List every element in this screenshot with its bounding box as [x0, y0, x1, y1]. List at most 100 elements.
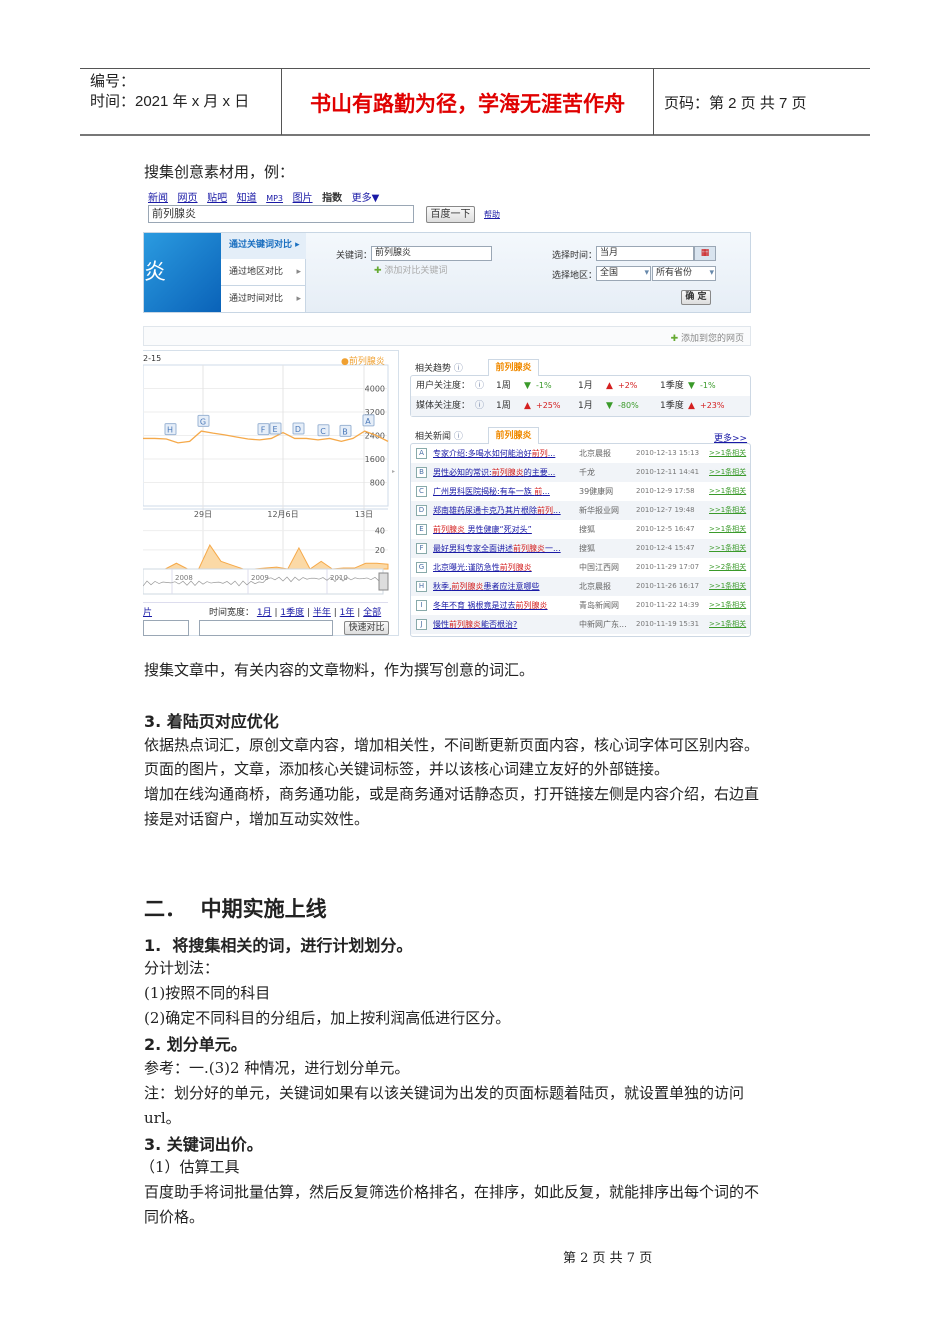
news-related-link[interactable]: >>1条相关	[709, 615, 746, 634]
trend-row: 媒体关注度： ⓘ 1周 ▲ +25% 1月 ▼ -80% 1季度 ▲ +23%	[411, 396, 750, 416]
area-select[interactable]: 全国 ▾	[596, 266, 651, 281]
event-marker-label: E	[272, 425, 277, 434]
news-title-text: 秋季,	[433, 582, 452, 591]
paragraph: 百度助手将词批量估算，然后反复筛选价格排名，在排序，如此反复，就能排序出每个词的…	[144, 1183, 760, 1201]
keyword-label: 关键词：	[336, 251, 373, 261]
image-link[interactable]: 片	[143, 605, 152, 618]
news-link[interactable]: 冬年不育 祸根竟是过去前列腺炎	[433, 596, 548, 615]
news-title-text: 患者应注意哪些	[483, 582, 540, 591]
news-related-link[interactable]: >>1条相关	[709, 482, 746, 501]
news-title-text: 男性必知的常识:	[433, 468, 492, 477]
news-link[interactable]: 专家介绍:多喝水如何能治好前列...	[433, 444, 555, 463]
nav-index[interactable]: 指数	[322, 193, 342, 204]
add-to-page-link[interactable]: ✚ 添加到您的网页	[671, 331, 744, 344]
news-marker: H	[416, 581, 427, 592]
news-marker: E	[416, 524, 427, 535]
nav-more[interactable]: 更多▼	[352, 193, 380, 204]
news-source: 北京晨报	[579, 449, 611, 458]
news-time: 2010-12-11 14:41	[636, 468, 700, 476]
tab-news-keyword[interactable]: 前列腺炎	[488, 427, 539, 444]
calendar-icon[interactable]: ▦	[694, 246, 716, 261]
news-link[interactable]: 前列腺炎 男性健康“死对头”	[433, 520, 532, 539]
quick-compare-button[interactable]: 快速对比	[344, 621, 389, 635]
news-related-link[interactable]: >>2条相关	[709, 558, 746, 577]
news-related-link[interactable]: >>1条相关	[709, 444, 746, 463]
confirm-button[interactable]: 确 定	[681, 290, 711, 305]
trend-change: -80%	[618, 401, 639, 410]
news-related-link[interactable]: >>1条相关	[709, 539, 746, 558]
nav-news[interactable]: 新闻	[148, 193, 168, 204]
arrow-down-icon: ▼	[688, 381, 695, 391]
search-nav: 新闻 网页 贴吧 知道 MP3 图片 指数 更多▼	[148, 189, 379, 204]
news-related-link[interactable]: >>1条相关	[709, 463, 746, 482]
news-related-link[interactable]: >>1条相关	[709, 520, 746, 539]
news-time: 2010-12-13 15:13	[636, 449, 700, 457]
news-keyword: 前列腺炎	[451, 582, 484, 591]
arrow-down-icon: ▼	[524, 381, 531, 391]
trend-period: 1季度	[660, 401, 684, 411]
news-link[interactable]: 北京曝光:谨防急性前列腺炎	[433, 558, 532, 577]
banner-logo: 炎	[144, 233, 221, 312]
paragraph: (1)按照不同的科目	[144, 984, 271, 1002]
help-link[interactable]: 帮助	[484, 209, 500, 220]
news-marker: B	[416, 467, 427, 478]
event-marker-label: F	[261, 426, 266, 435]
nav-mp3[interactable]: MP3	[266, 194, 283, 203]
help-icon[interactable]: ⓘ	[454, 364, 463, 374]
trend-period: 1周	[496, 381, 511, 391]
paragraph: 分计划法：	[144, 959, 220, 977]
time-width-1q[interactable]: 1季度	[280, 608, 304, 618]
news-source: 中国江西网	[579, 563, 619, 572]
trend-title-label: 相关趋势	[415, 364, 452, 374]
nav-zhidao[interactable]: 知道	[237, 193, 257, 204]
news-link[interactable]: 秋季,前列腺炎患者应注意哪些	[433, 577, 540, 596]
news-list: A 专家介绍:多喝水如何能治好前列... 北京晨报 2010-12-13 15:…	[410, 443, 751, 637]
search-button[interactable]: 百度一下	[426, 206, 475, 223]
news-keyword: 前列腺炎	[491, 468, 524, 477]
expand-arrow-icon: ▸	[392, 468, 395, 475]
nav-tieba[interactable]: 贴吧	[207, 193, 227, 204]
doc-number: 编号：	[90, 73, 136, 90]
add-to-page-label: 添加到您的网页	[680, 334, 744, 344]
news-title-text: ...	[542, 487, 550, 496]
time-width-half[interactable]: 半年	[313, 608, 331, 618]
news-link[interactable]: 郑南雄药尿通卡克乃其片根除前列...	[433, 501, 561, 520]
intro-text: 搜集创意素材用，例：	[144, 163, 295, 181]
search-input[interactable]: 前列腺炎	[148, 205, 414, 223]
paragraph: (2)确定不同科目的分组后，加上按利润高低进行区分。	[144, 1009, 511, 1027]
nav-images[interactable]: 图片	[293, 193, 313, 204]
news-link[interactable]: 最好男科专家全面讲述前列腺炎一...	[433, 539, 561, 558]
trend-period: 1月	[578, 401, 593, 411]
date-start-input[interactable]	[143, 620, 189, 636]
news-link[interactable]: 慢性前列腺炎能否根治?	[433, 615, 517, 634]
nav-web[interactable]: 网页	[178, 193, 198, 204]
time-width-all[interactable]: 全部	[363, 608, 381, 618]
tab-trend-keyword[interactable]: 前列腺炎	[488, 359, 539, 376]
time-select[interactable]: 当月	[596, 246, 694, 261]
help-icon[interactable]: ⓘ	[475, 396, 484, 416]
time-width-1m[interactable]: 1月	[257, 608, 272, 618]
baidu-index-screenshot: 新闻 网页 贴吧 知道 MP3 图片 指数 更多▼ 前列腺炎 百度一下 帮助 炎…	[143, 186, 753, 638]
news-related-link[interactable]: >>1条相关	[709, 596, 746, 615]
news-related-link[interactable]: >>1条相关	[709, 501, 746, 520]
keyword-input[interactable]: 前列腺炎	[371, 246, 492, 261]
menu-keyword-compare[interactable]: 通过关键词对比 ▸	[221, 233, 306, 259]
news-marker: A	[416, 448, 427, 459]
date-end-input[interactable]	[199, 620, 333, 636]
menu-region-compare[interactable]: 通过地区对比 ▸	[221, 259, 306, 286]
news-link[interactable]: 广州男科医院揭秘:有车一族 前...	[433, 482, 550, 501]
add-compare-keyword[interactable]: ✚ 添加对比关键词	[374, 263, 447, 276]
news-related-link[interactable]: >>1条相关	[709, 577, 746, 596]
help-icon[interactable]: ⓘ	[454, 432, 463, 442]
lower-tick-label: 40	[375, 527, 385, 536]
arrow-down-icon: ▼	[606, 401, 613, 411]
province-select[interactable]: 所有省份 ▾	[652, 266, 716, 281]
time-width-1y[interactable]: 1年	[340, 608, 355, 618]
news-source: 青岛新闻网	[579, 601, 619, 610]
help-icon[interactable]: ⓘ	[475, 376, 484, 396]
menu-time-compare[interactable]: 通过时间对比 ▸	[221, 286, 306, 312]
news-keyword: 前列	[537, 506, 553, 515]
menu-label: 通过关键词对比	[229, 240, 293, 250]
section-heading: 3. 关键词出价。	[144, 1135, 263, 1154]
news-link[interactable]: 男性必知的常识:前列腺炎的主要...	[433, 463, 555, 482]
